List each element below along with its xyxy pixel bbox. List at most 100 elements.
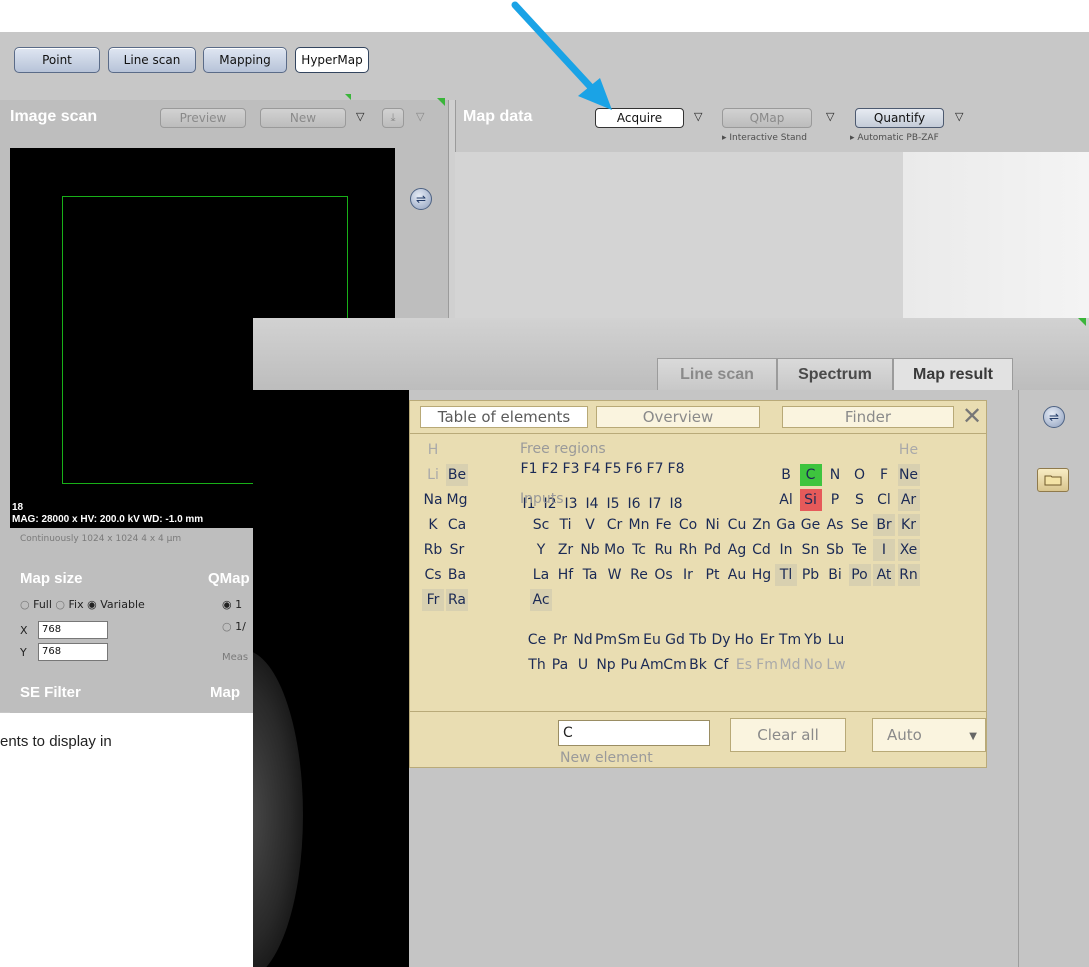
element-co[interactable]: Co — [677, 514, 699, 536]
element-te[interactable]: Te — [849, 539, 871, 561]
element-c[interactable]: C — [799, 464, 822, 486]
element-cl[interactable]: Cl — [873, 489, 895, 511]
download-dropdown-icon[interactable]: ▽ — [416, 110, 424, 123]
input-i7[interactable]: I7 — [644, 493, 666, 515]
element-li[interactable]: Li — [422, 464, 444, 486]
free-region-f7[interactable]: F7 — [644, 458, 666, 480]
element-tc[interactable]: Tc — [628, 539, 650, 561]
preview-button[interactable]: Preview — [160, 108, 246, 128]
free-region-f4[interactable]: F4 — [581, 458, 603, 480]
new-scan-dropdown-icon[interactable]: ▽ — [356, 110, 364, 123]
element-fe[interactable]: Fe — [653, 514, 675, 536]
element-th[interactable]: Th — [526, 654, 548, 676]
element-he[interactable]: He — [898, 439, 920, 461]
element-cm[interactable]: Cm — [663, 654, 686, 676]
element-br[interactable]: Br — [873, 514, 895, 536]
x-size-input[interactable]: 768 — [38, 621, 108, 639]
element-yb[interactable]: Yb — [802, 629, 824, 651]
fix-radio[interactable]: ○ — [55, 598, 65, 611]
element-ti[interactable]: Ti — [555, 514, 577, 536]
element-ca[interactable]: Ca — [446, 514, 468, 536]
free-region-f6[interactable]: F6 — [623, 458, 645, 480]
element-k[interactable]: K — [422, 514, 444, 536]
element-pm[interactable]: Pm — [595, 629, 617, 651]
new-element-input[interactable]: C — [558, 720, 710, 746]
element-cs[interactable]: Cs — [422, 564, 444, 586]
element-nb[interactable]: Nb — [579, 539, 601, 561]
tab-map-result[interactable]: Map result — [893, 358, 1013, 390]
element-pd[interactable]: Pd — [702, 539, 724, 561]
element-ce[interactable]: Ce — [526, 629, 548, 651]
element-o[interactable]: O — [849, 464, 871, 486]
element-er[interactable]: Er — [756, 629, 778, 651]
element-f[interactable]: F — [873, 464, 895, 486]
element-kr[interactable]: Kr — [897, 514, 920, 536]
element-rn[interactable]: Rn — [897, 564, 920, 586]
point-mode-button[interactable]: Point — [14, 47, 100, 73]
element-hf[interactable]: Hf — [555, 564, 577, 586]
element-ho[interactable]: Ho — [733, 629, 755, 651]
qmap-button[interactable]: QMap — [722, 108, 812, 128]
tab-line-scan[interactable]: Line scan — [657, 358, 777, 390]
free-region-f8[interactable]: F8 — [665, 458, 687, 480]
element-gd[interactable]: Gd — [664, 629, 686, 651]
element-nd[interactable]: Nd — [572, 629, 594, 651]
element-i[interactable]: I — [873, 539, 895, 561]
element-re[interactable]: Re — [628, 564, 650, 586]
element-in[interactable]: In — [775, 539, 797, 561]
qmap-option-2[interactable]: ○ 1/ — [222, 620, 246, 633]
element-b[interactable]: B — [775, 464, 797, 486]
element-s[interactable]: S — [849, 489, 871, 511]
element-sc[interactable]: Sc — [530, 514, 552, 536]
close-icon[interactable]: ✕ — [962, 404, 982, 428]
element-mn[interactable]: Mn — [628, 514, 650, 536]
element-fr[interactable]: Fr — [422, 589, 444, 611]
sync-icon[interactable]: ⇌ — [1043, 406, 1065, 428]
mapping-mode-button[interactable]: Mapping — [203, 47, 287, 73]
qmap-dropdown-icon[interactable]: ▽ — [826, 110, 834, 123]
tab-table-of-elements[interactable]: Table of elements — [420, 406, 588, 428]
element-cu[interactable]: Cu — [726, 514, 748, 536]
element-fm[interactable]: Fm — [756, 654, 778, 676]
element-dy[interactable]: Dy — [710, 629, 732, 651]
tab-spectrum[interactable]: Spectrum — [777, 358, 893, 390]
tab-overview[interactable]: Overview — [596, 406, 760, 428]
element-os[interactable]: Os — [653, 564, 675, 586]
element-w[interactable]: W — [604, 564, 626, 586]
element-ac[interactable]: Ac — [530, 589, 552, 611]
hypermap-mode-button[interactable]: HyperMap — [295, 47, 369, 73]
auto-select[interactable]: Auto ▼ — [872, 718, 986, 752]
element-u[interactable]: U — [572, 654, 594, 676]
element-pt[interactable]: Pt — [702, 564, 724, 586]
element-at[interactable]: At — [873, 564, 895, 586]
element-se[interactable]: Se — [849, 514, 871, 536]
element-cf[interactable]: Cf — [710, 654, 732, 676]
qmap-option-1[interactable]: ◉ 1 — [222, 598, 242, 611]
element-be[interactable]: Be — [446, 464, 468, 486]
element-pb[interactable]: Pb — [800, 564, 822, 586]
element-ag[interactable]: Ag — [726, 539, 748, 561]
element-ga[interactable]: Ga — [775, 514, 797, 536]
element-y[interactable]: Y — [530, 539, 552, 561]
element-bi[interactable]: Bi — [824, 564, 846, 586]
element-ir[interactable]: Ir — [677, 564, 699, 586]
element-si[interactable]: Si — [799, 489, 822, 511]
element-zn[interactable]: Zn — [751, 514, 773, 536]
element-v[interactable]: V — [579, 514, 601, 536]
element-p[interactable]: P — [824, 489, 846, 511]
input-i5[interactable]: I5 — [602, 493, 624, 515]
element-ta[interactable]: Ta — [579, 564, 601, 586]
download-icon[interactable]: ⤓ — [382, 108, 404, 128]
free-region-f1[interactable]: F1 — [518, 458, 540, 480]
element-lu[interactable]: Lu — [825, 629, 847, 651]
element-ne[interactable]: Ne — [897, 464, 920, 486]
element-al[interactable]: Al — [775, 489, 797, 511]
acquire-dropdown-icon[interactable]: ▽ — [694, 110, 702, 123]
element-sb[interactable]: Sb — [824, 539, 846, 561]
element-rh[interactable]: Rh — [677, 539, 699, 561]
y-size-input[interactable]: 768 — [38, 643, 108, 661]
element-ni[interactable]: Ni — [702, 514, 724, 536]
clear-all-button[interactable]: Clear all — [730, 718, 846, 752]
element-na[interactable]: Na — [422, 489, 444, 511]
element-rb[interactable]: Rb — [422, 539, 444, 561]
